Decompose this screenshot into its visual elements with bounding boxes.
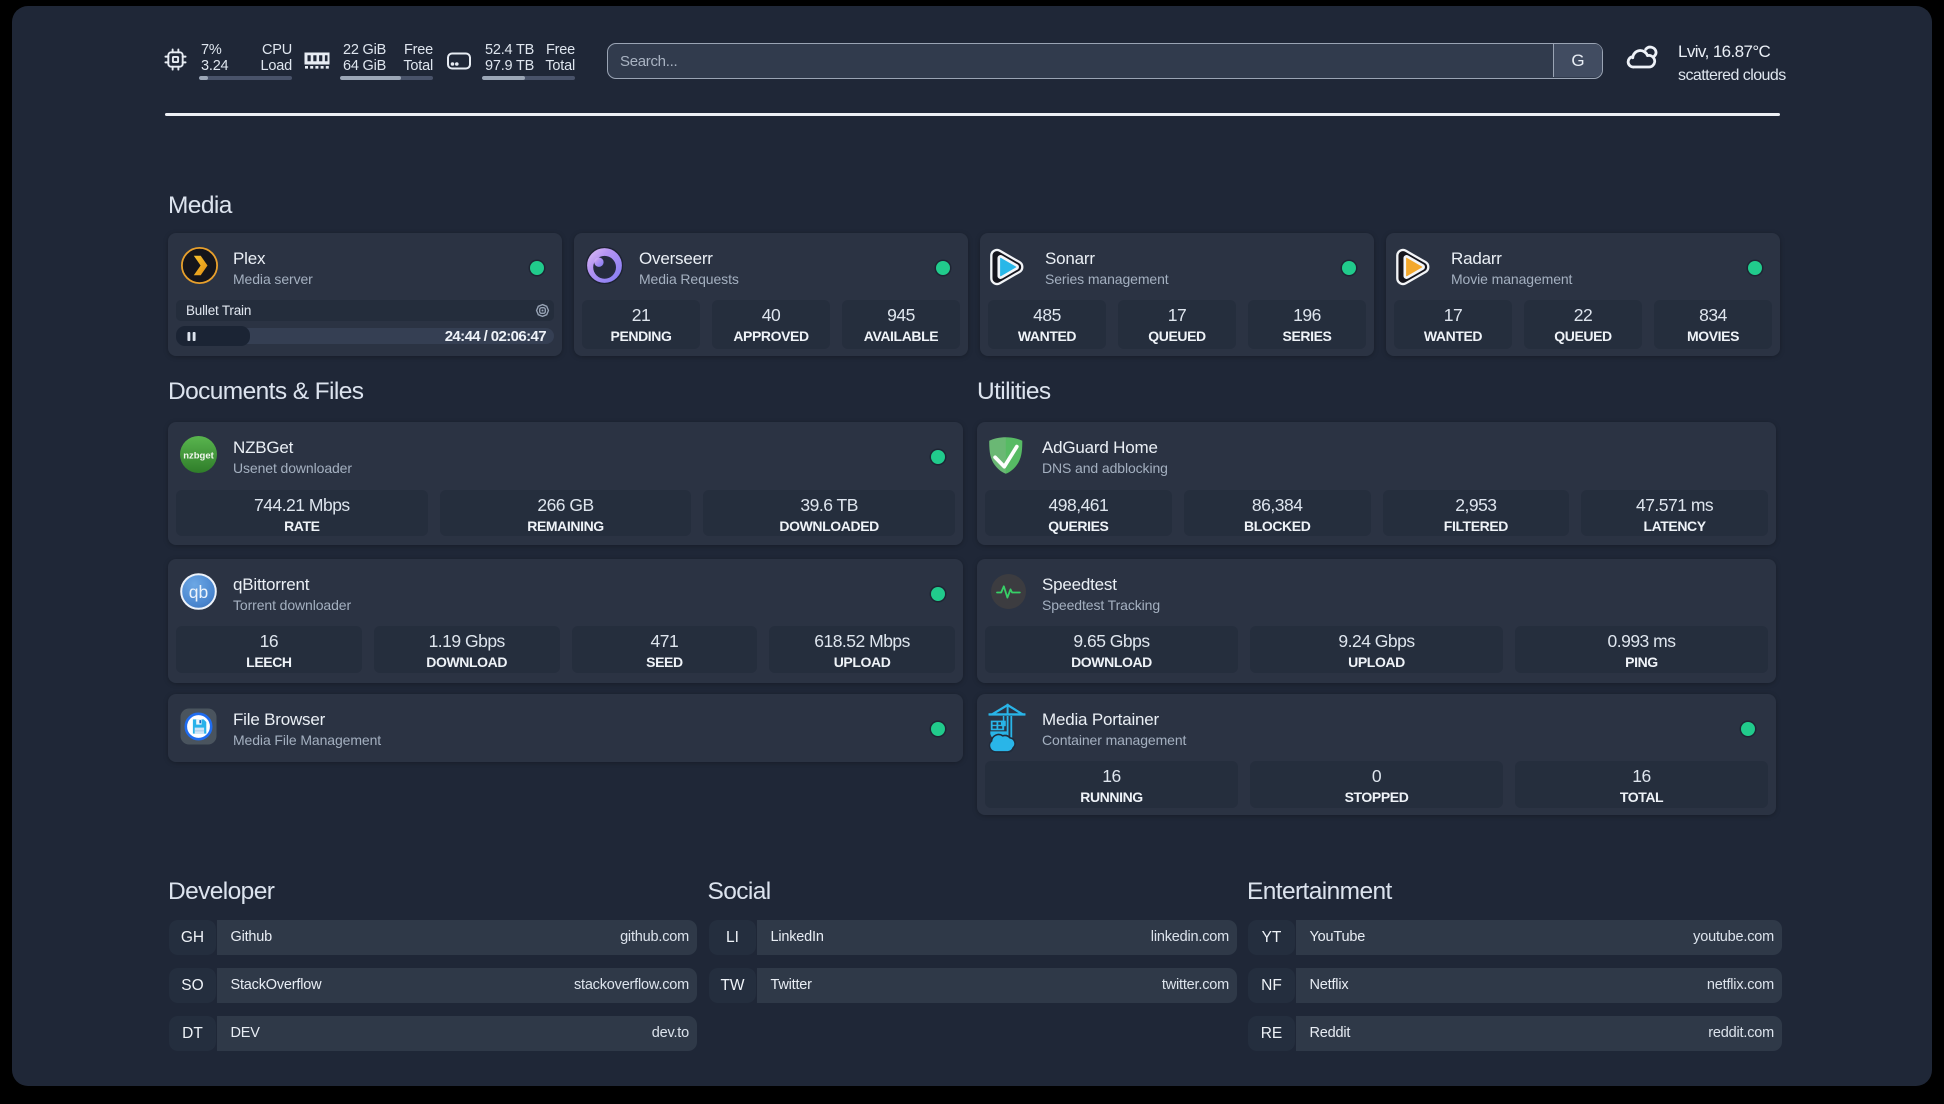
- svg-text:qb: qb: [189, 582, 208, 602]
- svg-text:nzbget: nzbget: [183, 451, 214, 462]
